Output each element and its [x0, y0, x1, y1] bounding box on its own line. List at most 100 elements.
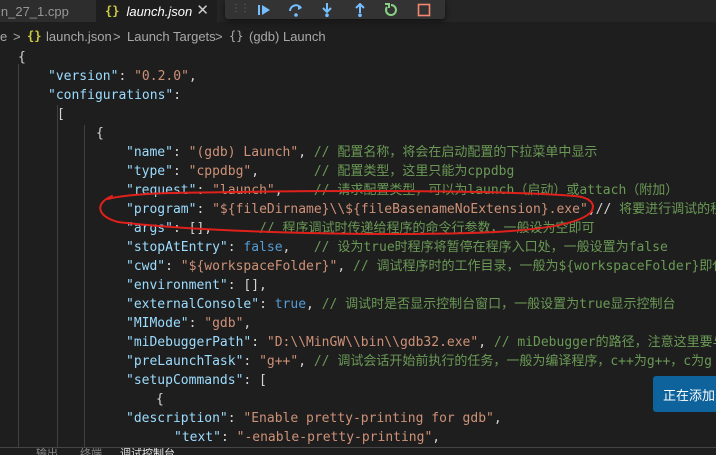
code-line[interactable]: "setupCommands": [	[126, 371, 267, 390]
step-into-icon	[322, 2, 332, 17]
continue-button[interactable]	[254, 0, 274, 19]
code-token: ,	[188, 69, 197, 84]
step-out-button[interactable]	[350, 0, 370, 19]
code-line[interactable]: {	[96, 124, 104, 143]
code-token: ,	[432, 430, 441, 445]
code-token: "externalConsole"	[126, 297, 260, 312]
code-token: "program"	[126, 202, 197, 217]
code-token: "cwd"	[126, 259, 166, 274]
code-token: "configurations"	[48, 88, 174, 103]
code-token: "version"	[48, 69, 119, 84]
breadcrumb-item-launch-targets[interactable]: Launch Targets	[127, 29, 216, 44]
code-line[interactable]: "cwd": "${workspaceFolder}", // 调试程序时的工作…	[126, 257, 716, 276]
code-token: ,	[282, 240, 314, 255]
step-over-button[interactable]	[286, 0, 306, 19]
code-token: // 调试会话开始前执行的任务，一般为编译程序，c++为g++，c为g	[313, 354, 712, 369]
tab-cpp-label: in_27_1.cpp	[0, 3, 69, 19]
code-line[interactable]: "description": "Enable pretty-printing f…	[126, 409, 502, 428]
code-token: ,//	[587, 202, 620, 217]
code-token: "text"	[174, 430, 221, 445]
code-token: ,	[478, 335, 494, 350]
code-token: {	[156, 392, 164, 407]
code-token: "g++"	[259, 354, 299, 369]
code-token: :	[118, 69, 135, 84]
code-token: "cppdbg"	[188, 164, 252, 179]
breadcrumb-item-gdb-launch[interactable]: (gdb) Launch	[249, 29, 326, 44]
code-line[interactable]: {	[156, 390, 164, 409]
code-line[interactable]: "configurations":	[48, 86, 181, 105]
code-token: // 调试程序时的工作目录，一般为${workspaceFolder}即代	[353, 259, 716, 274]
code-line[interactable]: "externalConsole": true, // 调试时是否显示控制台窗口…	[126, 295, 675, 314]
debug-toolbar: ⋮⋮	[225, 0, 445, 19]
code-token: // 调试时是否显示控制台窗口，一般设置为true显示控制台	[321, 297, 676, 312]
code-line[interactable]: "MIMode": "gdb",	[126, 314, 251, 333]
code-line[interactable]: {	[18, 48, 26, 67]
breadcrumb-item-folder[interactable]: e	[0, 29, 7, 44]
stop-button[interactable]	[414, 0, 434, 19]
code-token: "request"	[126, 183, 197, 198]
code-line[interactable]: "request": "launch", // 请求配置类型，可以为launch…	[126, 181, 678, 200]
code-token: true	[274, 297, 307, 312]
code-token: "name"	[126, 145, 173, 160]
code-token: {	[96, 126, 104, 141]
code-token: :	[243, 354, 260, 369]
indent-guide	[84, 125, 85, 454]
code-token: ,	[274, 183, 314, 198]
code-token: "type"	[126, 164, 173, 179]
code-token: :	[165, 259, 181, 274]
step-into-button[interactable]	[317, 0, 337, 19]
code-token: "0.2.0"	[134, 69, 189, 84]
code-line[interactable]: "args": [], // 程序调试时传递给程序的命令行参数，一般设为空即可	[126, 219, 595, 238]
code-token: "environment"	[126, 278, 228, 293]
close-tab-icon[interactable]: ✕	[196, 1, 209, 19]
code-line[interactable]: "text": "-enable-pretty-printing",	[174, 428, 440, 447]
code-token: // 配置类型，这里只能为cppdbg	[313, 164, 515, 179]
code-line[interactable]: [	[57, 105, 65, 124]
code-token: "MIMode"	[126, 316, 189, 331]
code-token: ,	[243, 316, 252, 331]
code-token: "miDebuggerPath"	[126, 335, 252, 350]
breadcrumb-item-file[interactable]: launch.json	[46, 29, 112, 44]
code-token: "stopAtEntry"	[126, 240, 228, 255]
code-token: ,	[251, 164, 314, 179]
code-token: "args"	[126, 221, 173, 236]
tab-cpp-file[interactable]: in_27_1.cpp	[0, 0, 96, 22]
tab-launch-json[interactable]: {} launch.json ✕	[96, 0, 217, 22]
code-token: "-enable-pretty-printing"	[236, 430, 433, 445]
code-editor[interactable]: {"version": "0.2.0", "configurations":[{"…	[0, 45, 716, 454]
code-token: ,	[337, 259, 353, 274]
code-line[interactable]: "environment": [],	[126, 276, 267, 295]
code-line[interactable]: "program": "${fileDirname}\\${fileBasena…	[126, 200, 716, 219]
code-token: "${fileDirname}\\${fileBasenameNoExtensi…	[212, 202, 588, 217]
code-line[interactable]: "stopAtEntry": false, // 设为true时程序将暂停在程序…	[126, 238, 668, 257]
code-token: "D:\\MinGW\\bin\\gdb32.exe"	[266, 335, 479, 350]
code-token: {	[18, 50, 26, 65]
indent-guide	[18, 64, 19, 454]
object-icon: {}	[229, 29, 244, 43]
code-line[interactable]: "miDebuggerPath": "D:\\MinGW\\bin\\gdb32…	[126, 333, 716, 352]
drag-grip-icon[interactable]: ⋮⋮	[231, 3, 250, 14]
code-token: "description"	[126, 411, 228, 426]
code-token: ,	[298, 354, 314, 369]
code-token: :	[172, 145, 189, 160]
code-line[interactable]: "type": "cppdbg", // 配置类型，这里只能为cppdbg	[126, 162, 514, 181]
code-token: // 程序调试时传递给程序的命令行参数，一般设为空即可	[259, 221, 595, 236]
code-line[interactable]: "version": "0.2.0",	[48, 67, 197, 86]
code-line[interactable]: "name": "(gdb) Launch", // 配置名称，将会在启动配置的…	[126, 143, 597, 162]
code-token: "Enable pretty-printing for gdb"	[243, 411, 494, 426]
indent-guide	[57, 105, 58, 454]
code-token: // 请求配置类型，可以为launch（启动）或attach（附加）	[313, 183, 679, 198]
code-token: :	[251, 335, 267, 350]
json-file-icon: {}	[27, 29, 42, 43]
breadcrumb-separator: >	[215, 29, 223, 44]
code-token: "gdb"	[204, 316, 244, 331]
code-token: "${workspaceFolder}"	[180, 259, 338, 274]
restart-button[interactable]	[381, 0, 401, 19]
code-line[interactable]: "preLaunchTask": "g++", // 调试会话开始前执行的任务，…	[126, 352, 712, 371]
code-token: ,	[493, 411, 502, 426]
json-file-icon: {}	[105, 4, 120, 18]
code-token: :	[227, 411, 244, 426]
code-token: :	[172, 164, 189, 179]
code-token: :	[259, 297, 275, 312]
notification-toast[interactable]: 正在添加	[653, 376, 716, 412]
